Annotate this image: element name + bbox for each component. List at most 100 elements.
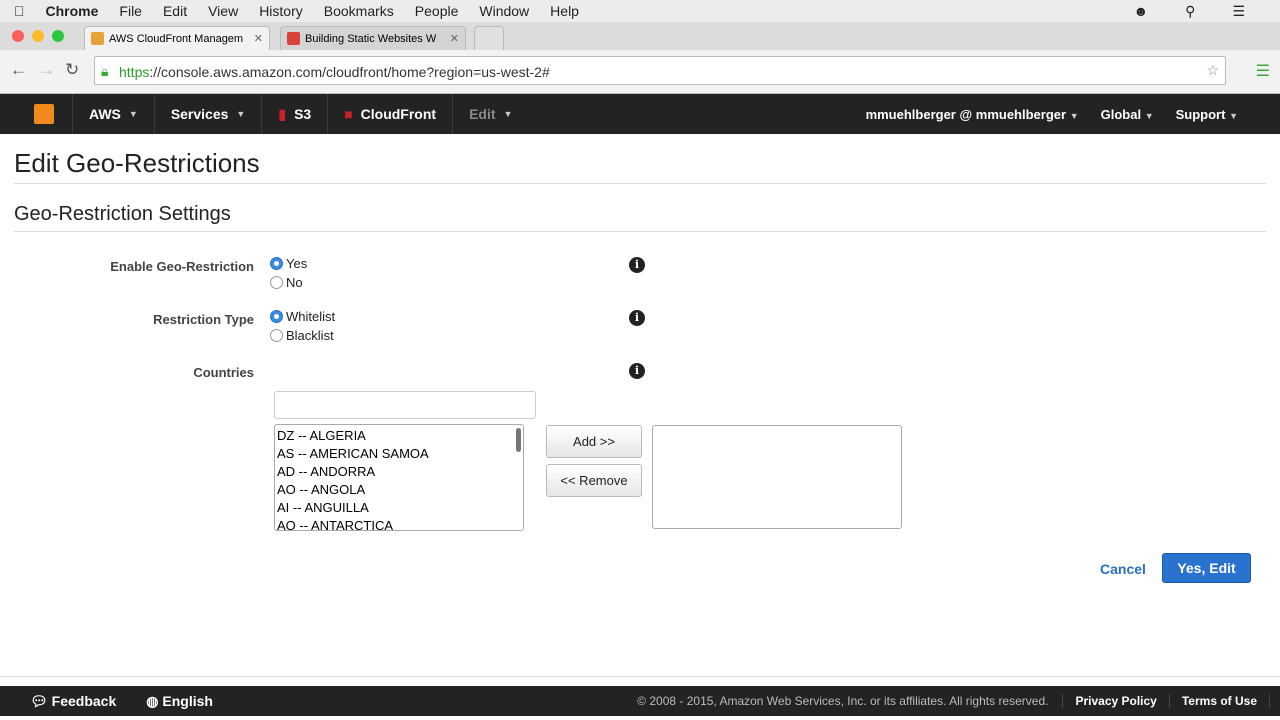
menu-people[interactable]: People xyxy=(415,3,459,19)
aws-navbar: AWS ▼ Services ▼ ▮ S3 ■ CloudFront Edit ▼ mmu… xyxy=(0,94,1280,134)
app-name[interactable]: Chrome xyxy=(46,3,99,19)
menu-bookmarks[interactable]: Bookmarks xyxy=(324,3,394,19)
services-menu[interactable]: Services ▼ xyxy=(155,94,263,134)
country-option[interactable]: AO -- ANGOLA xyxy=(277,481,521,499)
info-icon[interactable]: i xyxy=(629,310,645,326)
user-label: mmuehlberger @ mmuehlberger xyxy=(865,106,1067,122)
menu-help[interactable]: Help xyxy=(550,3,579,19)
cloudfront-shortcut[interactable]: ■ CloudFront xyxy=(328,94,454,134)
add-button[interactable]: Add >> xyxy=(546,425,642,458)
user-icon[interactable]: ☻ xyxy=(1133,3,1148,20)
info-icon[interactable]: i xyxy=(629,257,645,273)
enable-no-radio[interactable]: No xyxy=(270,275,303,290)
aws-logo-icon[interactable] xyxy=(0,94,73,134)
enable-yes-radio[interactable]: Yes xyxy=(270,256,307,271)
aws-favicon-icon xyxy=(91,32,104,45)
zoom-window-icon[interactable] xyxy=(52,30,64,42)
list-icon[interactable]: ☰ xyxy=(1232,3,1245,20)
privacy-policy-link[interactable]: Privacy Policy xyxy=(1062,694,1168,708)
chat-icon: 💬︎ xyxy=(30,692,48,709)
globe-icon: ◍ xyxy=(146,692,159,709)
countries-label: Countries xyxy=(193,365,254,380)
divider xyxy=(14,183,1266,184)
feedback-link[interactable]: 💬︎ Feedback xyxy=(0,693,116,710)
menu-history[interactable]: History xyxy=(259,3,303,19)
language-selector[interactable]: ◍ English xyxy=(116,693,213,710)
minimize-window-icon[interactable] xyxy=(32,30,44,42)
forward-icon[interactable]: → xyxy=(38,60,55,80)
tab-building-static[interactable]: Building Static Websites W ✕ xyxy=(280,26,466,50)
edit-menu[interactable]: Edit ▼ xyxy=(453,94,528,134)
tab-cloudfront[interactable]: AWS CloudFront Managem ✕ xyxy=(84,26,270,50)
url-input[interactable]: 🔒︎ https://console.aws.amazon.com/cloudfr… xyxy=(94,56,1226,85)
blacklist-radio[interactable]: Blacklist xyxy=(270,328,334,343)
user-menu[interactable]: mmuehlberger @ mmuehlberger ▼ xyxy=(866,107,1079,122)
no-label: No xyxy=(286,275,303,290)
blacklist-label: Blacklist xyxy=(286,328,334,343)
s3-label: S3 xyxy=(294,106,312,122)
terms-of-use-link[interactable]: Terms of Use xyxy=(1168,694,1270,708)
yes-edit-button[interactable]: Yes, Edit xyxy=(1162,553,1251,583)
country-option[interactable]: AD -- ANDORRA xyxy=(277,463,521,481)
support-label: Support xyxy=(1175,106,1226,122)
mac-menubar:  Chrome File Edit View History Bookmark… xyxy=(0,0,1280,22)
bookmark-star-icon[interactable]: ☆ xyxy=(1206,62,1219,79)
s3-shortcut[interactable]: ▮ S3 xyxy=(262,94,329,134)
url-scheme: https xyxy=(119,64,150,80)
country-option[interactable]: DZ -- ALGERIA xyxy=(277,427,521,445)
tab-title: Building Static Websites W xyxy=(305,33,437,45)
country-option[interactable]: AS -- AMERICAN SAMOA xyxy=(277,445,521,463)
support-menu[interactable]: Support ▼ xyxy=(1176,107,1238,122)
country-filter-input[interactable] xyxy=(274,391,536,419)
whitelist-label: Whitelist xyxy=(286,309,336,324)
cloudfront-label: CloudFront xyxy=(360,106,437,122)
edit-label: Edit xyxy=(469,106,496,122)
country-option[interactable]: AQ -- ANTARCTICA xyxy=(277,517,521,530)
menu-window[interactable]: Window xyxy=(479,3,529,19)
close-window-icon[interactable] xyxy=(12,30,24,42)
enable-geo-restriction-label: Enable Geo-Restriction xyxy=(110,259,254,274)
feedback-label: Feedback xyxy=(51,692,117,709)
region-label: Global xyxy=(1100,106,1142,122)
language-label: English xyxy=(162,692,213,709)
menu-edit[interactable]: Edit xyxy=(163,3,187,19)
s3-icon: ▮ xyxy=(278,105,287,122)
country-option[interactable]: AI -- ANGUILLA xyxy=(277,499,521,517)
apple-icon[interactable]:  xyxy=(14,3,25,19)
section-title: Geo-Restriction Settings xyxy=(14,203,231,225)
reload-icon[interactable]: ↻ xyxy=(65,60,79,80)
tab-title: AWS CloudFront Managem xyxy=(109,33,244,45)
aws-menu[interactable]: AWS ▼ xyxy=(73,94,155,134)
available-countries-list[interactable]: DZ -- ALGERIA AS -- AMERICAN SAMOA AD --… xyxy=(274,424,524,531)
url-rest: ://console.aws.amazon.com/cloudfront/hom… xyxy=(149,64,550,80)
restriction-type-label: Restriction Type xyxy=(153,312,254,327)
close-tab-icon[interactable]: ✕ xyxy=(254,32,263,45)
page-title: Edit Geo-Restrictions xyxy=(14,148,260,178)
menu-view[interactable]: View xyxy=(208,3,238,19)
remove-button[interactable]: << Remove xyxy=(546,464,642,497)
new-tab-button[interactable] xyxy=(474,26,504,50)
close-tab-icon[interactable]: ✕ xyxy=(450,32,459,45)
divider xyxy=(0,676,1280,677)
selected-countries-list[interactable] xyxy=(652,425,902,529)
menu-icon[interactable]: ☰ xyxy=(1256,61,1270,81)
scrollbar[interactable] xyxy=(516,428,521,452)
menu-file[interactable]: File xyxy=(119,3,142,19)
whitelist-radio[interactable]: Whitelist xyxy=(270,309,335,324)
region-menu[interactable]: Global ▼ xyxy=(1101,107,1154,122)
cloudfront-icon: ■ xyxy=(344,106,353,122)
search-icon[interactable]: ⚲ xyxy=(1185,3,1195,20)
aws-label: AWS xyxy=(89,106,121,122)
tab-strip: AWS CloudFront Managem ✕ Building Static … xyxy=(0,22,1280,50)
yes-label: Yes xyxy=(286,256,308,271)
divider xyxy=(14,231,1266,232)
address-bar-row: ← → ↻ 🔒︎ https://console.aws.amazon.com/c… xyxy=(0,50,1280,94)
plus-favicon-icon xyxy=(287,32,300,45)
cancel-link[interactable]: Cancel xyxy=(1100,561,1146,577)
info-icon[interactable]: i xyxy=(629,363,645,379)
footer: 💬︎ Feedback ◍ English © 2008 - 2015, Ama… xyxy=(0,686,1280,716)
services-label: Services xyxy=(170,106,229,122)
back-icon[interactable]: ← xyxy=(10,60,27,80)
lock-icon: 🔒︎ xyxy=(101,63,109,79)
copyright: © 2008 - 2015, Amazon Web Services, Inc.… xyxy=(637,694,1049,708)
